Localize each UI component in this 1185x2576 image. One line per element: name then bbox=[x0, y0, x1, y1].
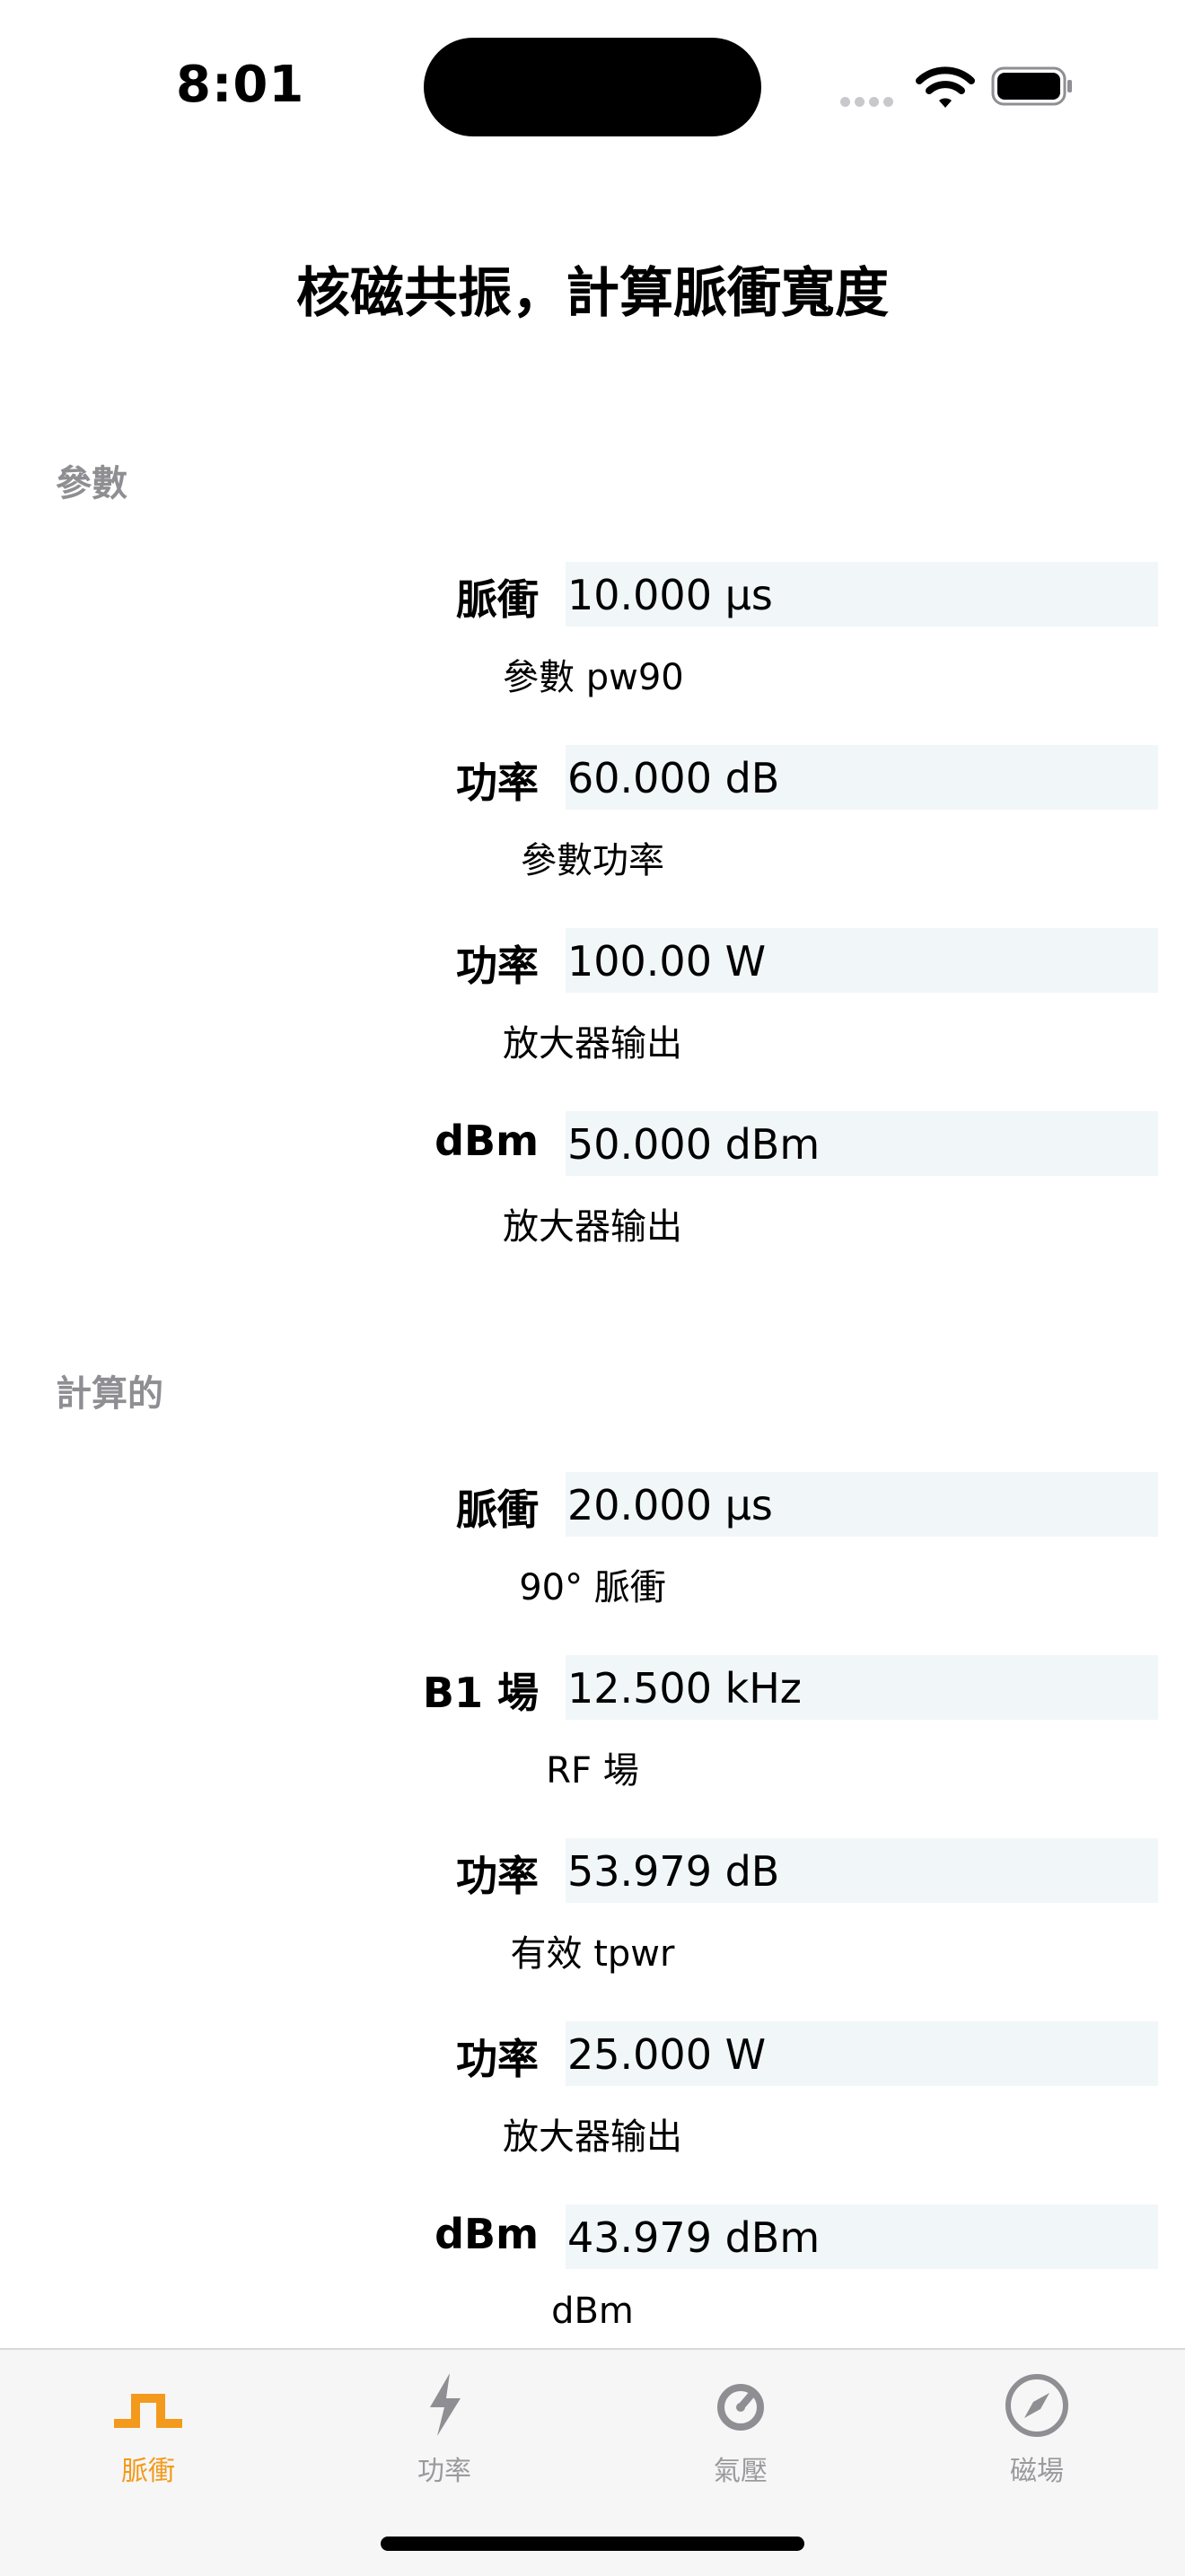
computed-row-dbm: dBm 43.979 dBm bbox=[0, 2204, 1185, 2269]
pulse-input[interactable]: 10.000 μs bbox=[566, 562, 1158, 626]
computed-power-db-value[interactable]: 53.979 dB bbox=[566, 1838, 1158, 1903]
section-header-computed: 計算的 bbox=[56, 1373, 163, 1415]
pulse-icon bbox=[114, 2394, 182, 2428]
computed-power-w-value[interactable]: 25.000 W bbox=[566, 2021, 1158, 2086]
lightning-icon bbox=[430, 2373, 461, 2436]
param-row-power-w: 功率 100.00 W bbox=[0, 928, 1185, 993]
tab-magnetic-field[interactable]: 磁場 bbox=[889, 2350, 1185, 2493]
field-caption: 參數功率 bbox=[521, 840, 664, 881]
field-caption: RF 場 bbox=[546, 1750, 639, 1792]
home-indicator bbox=[381, 2537, 804, 2551]
cellular-signal-icon bbox=[840, 93, 898, 110]
param-row-dbm: dBm 50.000 dBm bbox=[0, 1111, 1185, 1176]
compass-icon bbox=[1005, 2374, 1068, 2437]
battery-icon bbox=[991, 66, 1072, 106]
computed-b1-value[interactable]: 12.500 kHz bbox=[566, 1655, 1158, 1720]
tab-label: 脈衝 bbox=[121, 2456, 175, 2487]
field-label: 功率 bbox=[456, 942, 539, 990]
tab-pressure[interactable]: 氣壓 bbox=[592, 2350, 889, 2493]
field-caption: 90° 脈衝 bbox=[519, 1567, 666, 1608]
computed-dbm-value[interactable]: 43.979 dBm bbox=[566, 2204, 1158, 2269]
power-w-input[interactable]: 100.00 W bbox=[566, 928, 1158, 993]
param-row-power-db: 功率 60.000 dB bbox=[0, 745, 1185, 810]
field-label: B1 場 bbox=[422, 1669, 539, 1717]
tab-power[interactable]: 功率 bbox=[296, 2350, 592, 2493]
field-label: 功率 bbox=[456, 1852, 539, 1900]
field-caption: 放大器输出 bbox=[503, 1023, 682, 1065]
power-db-input[interactable]: 60.000 dB bbox=[566, 745, 1158, 810]
field-label: 功率 bbox=[456, 2035, 539, 2083]
field-caption: 放大器输出 bbox=[503, 1206, 682, 1248]
field-caption: dBm bbox=[551, 2291, 634, 2332]
page-title: 核磁共振，計算脈衝寬度 bbox=[296, 262, 889, 325]
tab-label: 磁場 bbox=[1010, 2456, 1064, 2487]
tab-label: 功率 bbox=[417, 2456, 471, 2487]
field-caption: 參數 pw90 bbox=[503, 657, 684, 698]
field-label: 脈衝 bbox=[456, 575, 539, 624]
computed-row-power-w: 功率 25.000 W bbox=[0, 2021, 1185, 2086]
field-label: dBm bbox=[434, 2210, 539, 2258]
gauge-icon bbox=[717, 2384, 764, 2431]
section-header-params: 參數 bbox=[56, 463, 127, 504]
computed-row-power-db: 功率 53.979 dB bbox=[0, 1838, 1185, 1903]
computed-row-b1-field: B1 場 12.500 kHz bbox=[0, 1655, 1185, 1720]
field-caption: 有效 tpwr bbox=[510, 1933, 675, 1975]
computed-row-pulse: 脈衝 20.000 μs bbox=[0, 1472, 1185, 1537]
computed-pulse-value[interactable]: 20.000 μs bbox=[566, 1472, 1158, 1537]
status-time: 8:01 bbox=[176, 56, 305, 114]
param-row-pulse: 脈衝 10.000 μs bbox=[0, 562, 1185, 626]
field-caption: 放大器输出 bbox=[503, 2116, 682, 2158]
wifi-icon bbox=[916, 66, 975, 108]
dynamic-island bbox=[424, 38, 761, 136]
tab-pulse[interactable]: 脈衝 bbox=[0, 2350, 296, 2493]
tab-label: 氣壓 bbox=[714, 2456, 768, 2487]
dbm-input[interactable]: 50.000 dBm bbox=[566, 1111, 1158, 1176]
field-label: 脈衝 bbox=[456, 1485, 539, 1534]
field-label: dBm bbox=[434, 1117, 539, 1165]
field-label: 功率 bbox=[456, 758, 539, 807]
